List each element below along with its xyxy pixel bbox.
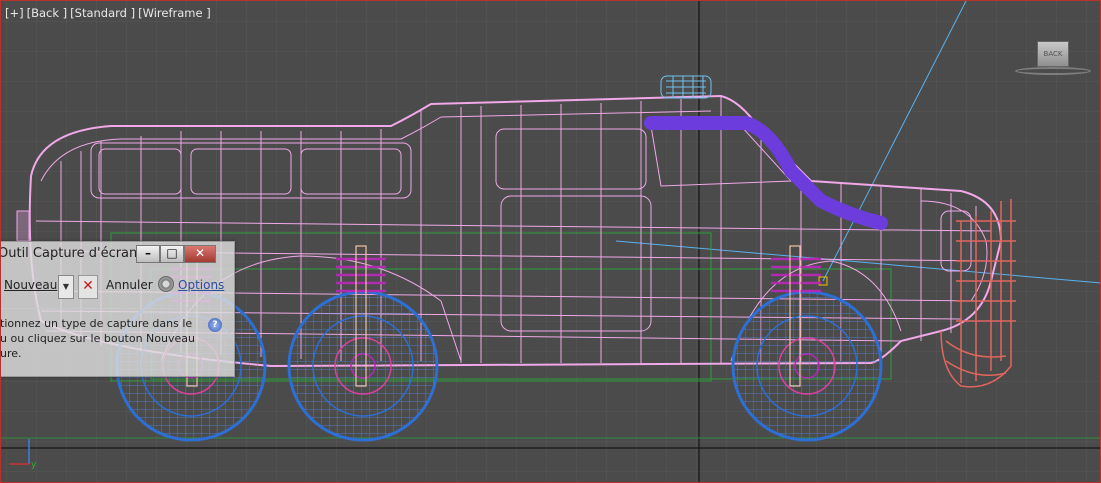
viewport-label[interactable]: [+] [Back ] [Standard ] [Wireframe ] [5, 6, 214, 20]
chevron-down-icon[interactable]: ▼ [58, 275, 74, 299]
viewport-menu-plus[interactable]: [+] [5, 6, 24, 20]
gear-icon[interactable] [158, 276, 174, 292]
viewcube-compass[interactable] [1015, 67, 1091, 75]
viewport-shading-standard[interactable]: [Standard ] [70, 6, 135, 20]
dialog-divider [1, 308, 234, 309]
close-icon[interactable]: ✕ [184, 245, 216, 263]
svg-text:y: y [31, 460, 37, 470]
help-icon[interactable]: ? [208, 318, 222, 332]
cancel-button[interactable]: Annuler [106, 278, 153, 292]
snipping-tool-dialog[interactable]: Outil Capture d'écran – □ ✕ Nouveau ▼ ✕ … [0, 241, 235, 377]
viewport-view-back[interactable]: [Back ] [27, 6, 68, 20]
dialog-message-line: ure. [0, 347, 22, 360]
dialog-message: tionnez un type de capture dans le u ou … [0, 316, 200, 361]
viewcube[interactable]: BACK [1037, 41, 1069, 67]
cancel-x-icon[interactable]: ✕ [78, 275, 98, 299]
viewport-back[interactable]: y [+] [Back ] [Standard ] [Wireframe ] BACK… [0, 0, 1101, 483]
viewport-style-wireframe[interactable]: [Wireframe ] [138, 6, 211, 20]
dialog-message-line: tionnez un type de capture dans le [0, 317, 193, 330]
dialog-title: Outil Capture d'écran [0, 246, 138, 261]
wheel-rear-2[interactable] [287, 290, 439, 442]
options-button[interactable]: Options [178, 278, 224, 292]
wheel-front[interactable] [731, 290, 883, 442]
maximize-icon[interactable]: □ [160, 245, 184, 263]
dialog-message-line: u ou cliquez sur le bouton Nouveau [0, 332, 195, 345]
minimize-icon[interactable]: – [136, 245, 160, 263]
new-button[interactable]: Nouveau [4, 278, 57, 292]
